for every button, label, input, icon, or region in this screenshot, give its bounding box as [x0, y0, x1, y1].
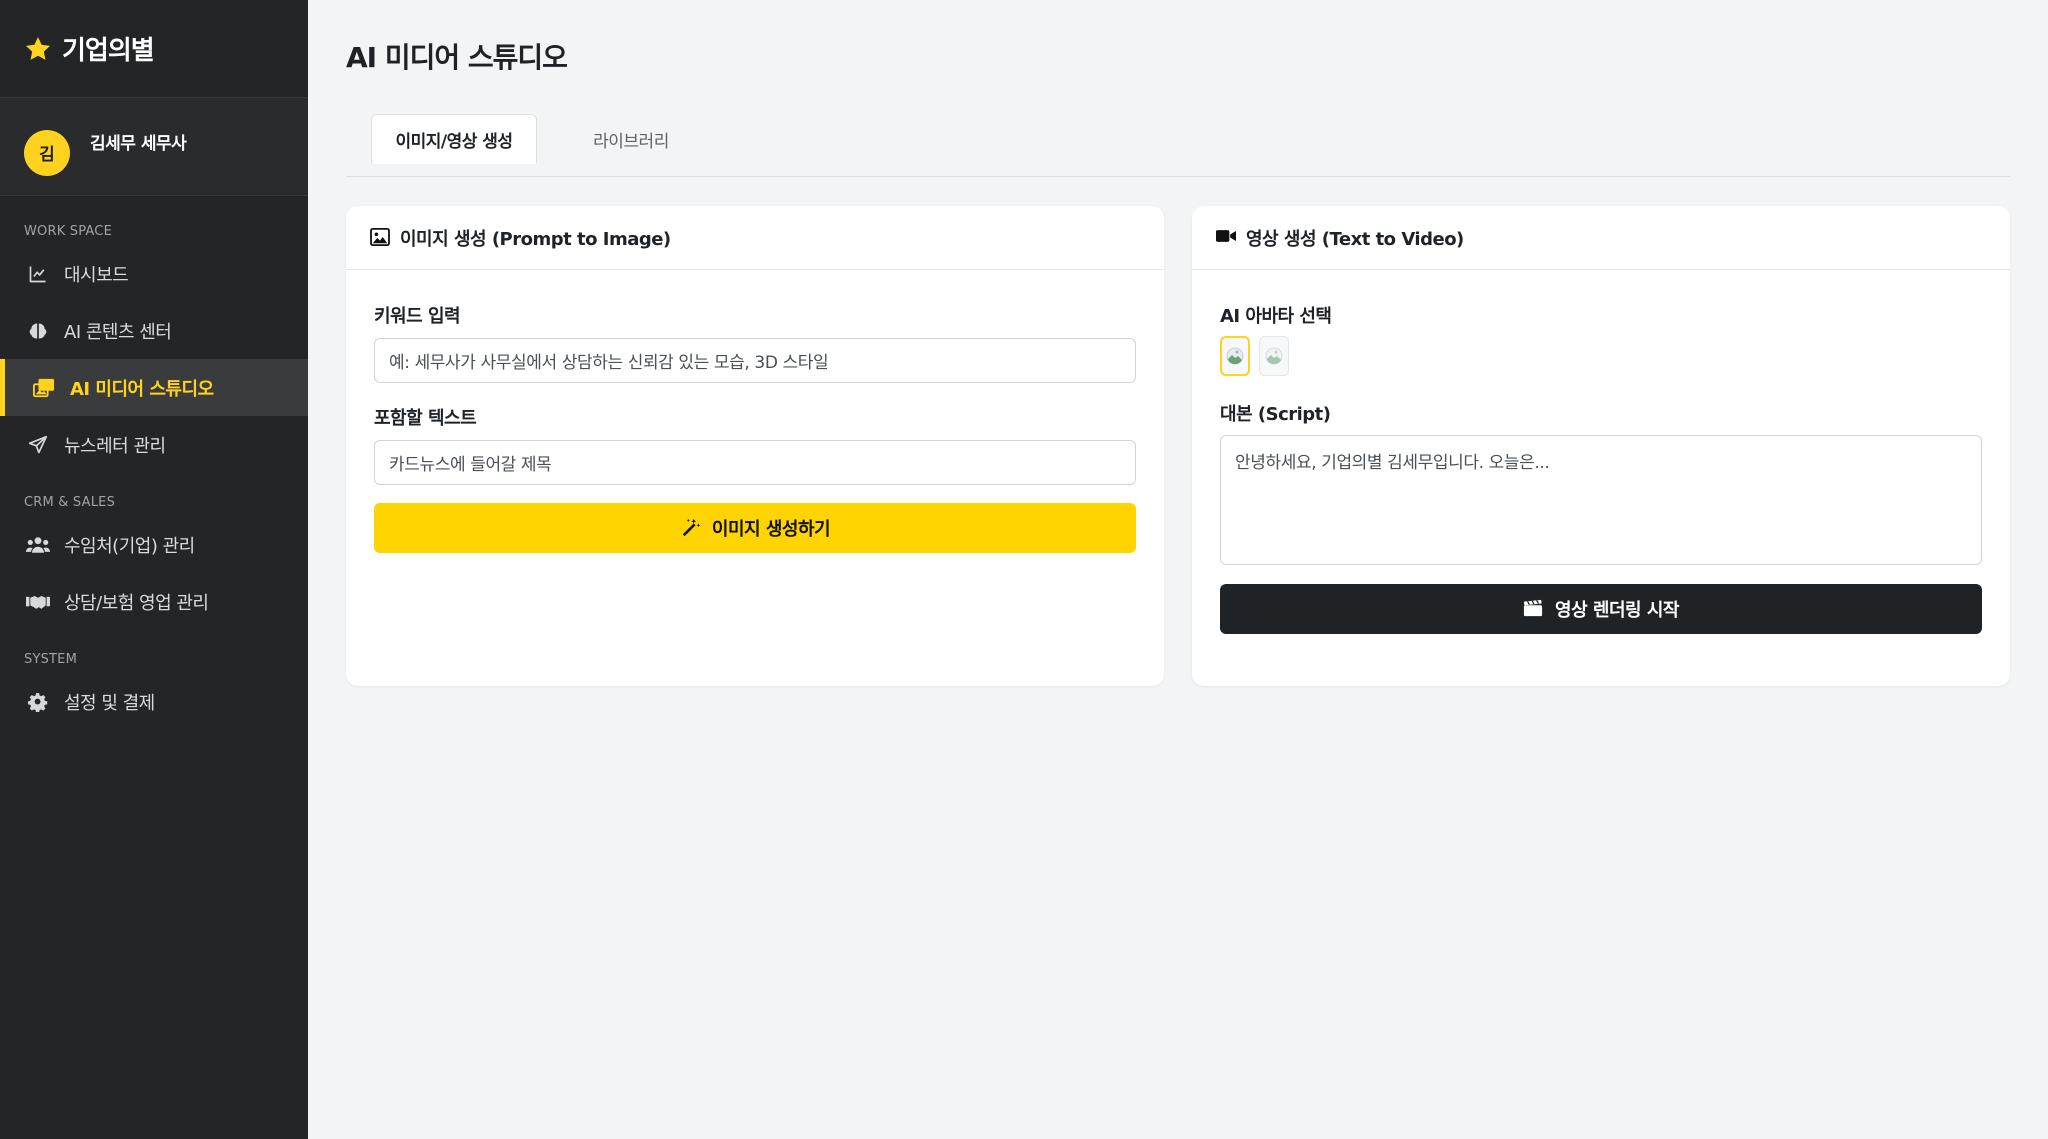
magic-wand-icon [680, 517, 702, 539]
clapperboard-icon [1523, 598, 1545, 620]
avatar: 김 [24, 129, 70, 176]
tab-generate[interactable]: 이미지/영상 생성 [371, 114, 537, 164]
card-header: 이미지 생성 (Prompt to Image) [346, 206, 1164, 270]
video-camera-icon [1216, 228, 1236, 248]
avatar-option-2[interactable] [1259, 336, 1289, 376]
page-title: AI 미디어 스튜디오 [346, 41, 568, 74]
card-title: 이미지 생성 (Prompt to Image) [400, 228, 671, 250]
star-icon [24, 35, 52, 63]
sidebar: 기업의별 김 김세무 세무사 WORK SPACE 대시보드 AI 콘텐츠 센터… [0, 0, 308, 1139]
avatar-label: AI 아바타 선택 [1220, 306, 1332, 327]
nav-label: 설정 및 결제 [64, 692, 155, 714]
button-label: 영상 렌더링 시작 [1555, 600, 1679, 621]
nav-item-ai-media-studio[interactable]: AI 미디어 스튜디오 [0, 359, 308, 416]
image-icon [370, 227, 390, 248]
paper-plane-icon [26, 433, 50, 457]
nav-item-dashboard[interactable]: 대시보드 [0, 245, 308, 302]
button-label: 이미지 생성하기 [711, 519, 831, 540]
nav-item-settings[interactable]: 설정 및 결제 [0, 673, 308, 730]
profile-name: 김세무 세무사 [90, 134, 187, 154]
tab-library[interactable]: 라이브러리 [561, 114, 701, 164]
brand-name: 기업의별 [62, 36, 155, 66]
render-video-button[interactable]: 영상 렌더링 시작 [1220, 584, 1982, 634]
users-icon [26, 533, 50, 557]
nav-item-ai-content[interactable]: AI 콘텐츠 센터 [0, 302, 308, 359]
tab-bar: 이미지/영상 생성 라이브러리 [346, 114, 2010, 177]
overlay-text-label: 포함할 텍스트 [374, 408, 477, 429]
section-label-workspace: WORK SPACE [24, 224, 112, 239]
gear-icon [26, 690, 50, 714]
section-label-crm: CRM & SALES [24, 495, 116, 510]
card-title: 영상 생성 (Text to Video) [1246, 228, 1464, 250]
nav-item-newsletter[interactable]: 뉴스레터 관리 [0, 416, 308, 473]
nav-label: 대시보드 [64, 264, 129, 286]
generate-image-button[interactable]: 이미지 생성하기 [374, 503, 1136, 553]
image-placeholder-icon [1226, 347, 1244, 365]
overlay-text-input[interactable]: 카드뉴스에 들어갈 제목 [374, 440, 1136, 485]
chart-line-icon [26, 262, 50, 286]
nav-item-consulting[interactable]: 상담/보험 영업 관리 [0, 573, 308, 630]
keyword-label: 키워드 입력 [374, 306, 461, 327]
nav-label: 뉴스레터 관리 [64, 435, 166, 457]
brain-icon [26, 319, 50, 343]
nav-label: 수임처(기업) 관리 [64, 535, 195, 557]
image-generation-card: 이미지 생성 (Prompt to Image) 키워드 입력 예: 세무사가 … [346, 206, 1164, 686]
user-profile[interactable]: 김 김세무 세무사 [0, 98, 308, 196]
nav-label: AI 콘텐츠 센터 [64, 321, 172, 343]
image-placeholder-icon [1265, 347, 1283, 365]
nav-label: AI 미디어 스튜디오 [70, 378, 214, 400]
handshake-icon [26, 590, 50, 614]
photo-video-icon [32, 376, 56, 400]
video-generation-card: 영상 생성 (Text to Video) AI 아바타 선택 대본 (Scri… [1192, 206, 2010, 686]
section-label-system: SYSTEM [24, 652, 78, 667]
script-label: 대본 (Script) [1220, 404, 1331, 425]
script-textarea[interactable]: 안녕하세요, 기업의별 김세무입니다. 오늘은... [1220, 435, 1982, 565]
keyword-input[interactable]: 예: 세무사가 사무실에서 상담하는 신뢰감 있는 모습, 3D 스타일 [374, 338, 1136, 383]
card-header: 영상 생성 (Text to Video) [1192, 206, 2010, 270]
avatar-option-1[interactable] [1220, 336, 1250, 376]
brand[interactable]: 기업의별 [0, 0, 308, 98]
nav-item-clients[interactable]: 수임처(기업) 관리 [0, 516, 308, 573]
nav-label: 상담/보험 영업 관리 [64, 592, 209, 614]
main-content: AI 미디어 스튜디오 이미지/영상 생성 라이브러리 이미지 생성 (Prom… [308, 0, 2048, 1139]
